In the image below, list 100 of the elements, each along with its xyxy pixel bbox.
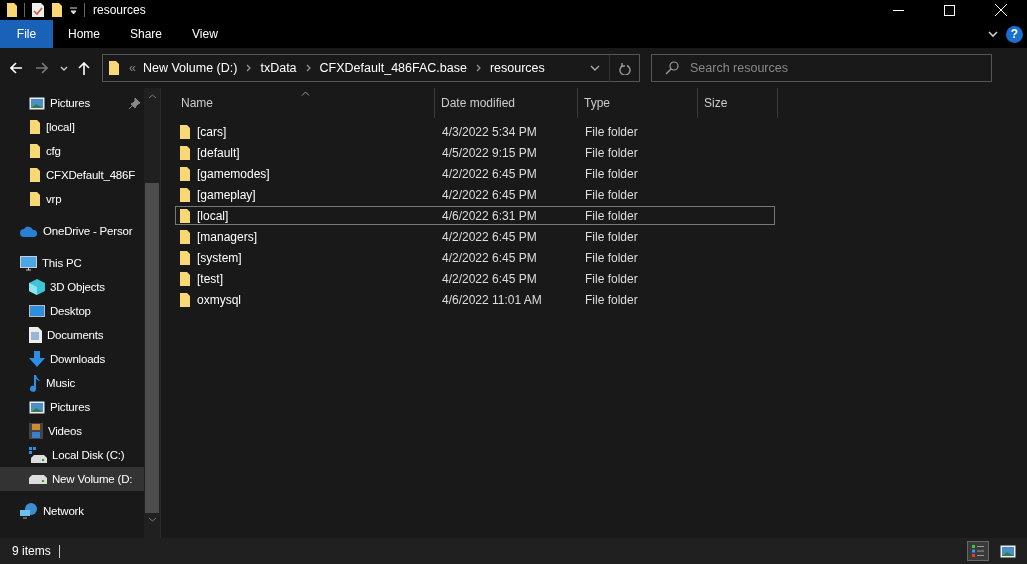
date-modified: 4/2/2022 6:45 PM xyxy=(442,271,537,286)
overflow-marker[interactable]: « xyxy=(129,61,136,75)
folder-icon xyxy=(179,249,191,266)
file-row[interactable]: oxmysql 4/6/2022 11:01 AM File folder xyxy=(175,290,775,309)
folder-icon xyxy=(29,119,41,135)
chevron-right-icon[interactable] xyxy=(246,64,252,72)
file-type: File folder xyxy=(585,145,638,160)
film-icon xyxy=(29,423,43,439)
download-icon xyxy=(29,351,45,367)
sidebar-item[interactable]: This PC xyxy=(0,251,144,275)
ribbon-tab[interactable]: View xyxy=(177,20,233,48)
folder-icon xyxy=(179,207,191,224)
file-row[interactable]: [local] 4/6/2022 6:31 PM File folder xyxy=(175,206,775,225)
sidebar-item[interactable]: Local Disk (C:) xyxy=(0,443,144,467)
chevron-down-icon[interactable] xyxy=(60,65,68,71)
picture-icon xyxy=(1000,544,1016,558)
sidebar-item[interactable]: [local] xyxy=(0,115,144,139)
list-icon xyxy=(972,545,984,557)
folder-icon xyxy=(179,165,191,182)
breadcrumb[interactable]: CFXDefault_486FAC.base xyxy=(319,61,467,75)
chevron-right-icon[interactable] xyxy=(475,64,481,72)
drive-icon xyxy=(29,474,47,484)
picture-icon xyxy=(29,96,45,110)
refresh-icon[interactable] xyxy=(619,61,631,75)
search-icon xyxy=(665,61,679,75)
folder-icon xyxy=(179,228,191,245)
file-row[interactable]: [gamemodes] 4/2/2022 6:45 PM File folder xyxy=(175,164,775,183)
sidebar-item[interactable]: New Volume (D: xyxy=(0,467,144,491)
file-row[interactable]: [test] 4/2/2022 6:45 PM File folder xyxy=(175,269,775,288)
pin-icon[interactable] xyxy=(129,97,140,109)
sidebar-item[interactable]: CFXDefault_486F xyxy=(0,163,144,187)
sidebar-item[interactable]: OneDrive - Persor xyxy=(0,219,144,243)
maximize-icon[interactable] xyxy=(944,4,955,16)
date-modified: 4/2/2022 6:45 PM xyxy=(442,166,537,181)
file-row[interactable]: [managers] 4/2/2022 6:45 PM File folder xyxy=(175,227,775,246)
folder-icon[interactable] xyxy=(51,2,63,18)
forward-arrow-icon[interactable] xyxy=(35,62,48,74)
sidebar-item[interactable]: Documents xyxy=(0,323,144,347)
column-header[interactable]: Date modified xyxy=(435,88,578,118)
sidebar-item[interactable]: cfg xyxy=(0,139,144,163)
sidebar-item[interactable]: Pictures xyxy=(0,91,144,115)
folder-icon xyxy=(29,191,41,207)
folder-icon xyxy=(179,291,191,308)
chevron-up-icon[interactable] xyxy=(147,94,157,99)
sidebar-item[interactable]: Pictures xyxy=(0,395,144,419)
file-row[interactable]: [gameplay] 4/2/2022 6:45 PM File folder xyxy=(175,185,775,204)
chevron-down-icon[interactable] xyxy=(590,65,600,71)
sidebar-item[interactable]: Network xyxy=(0,499,144,523)
file-name: [gamemodes] xyxy=(197,166,270,181)
up-arrow-icon[interactable] xyxy=(78,61,90,75)
properties-icon[interactable] xyxy=(31,2,45,18)
file-row[interactable]: [default] 4/5/2022 9:15 PM File folder xyxy=(175,143,775,162)
close-icon[interactable] xyxy=(995,4,1007,16)
sidebar-item[interactable]: 3D Objects xyxy=(0,275,144,299)
file-name: oxmysql xyxy=(197,292,241,307)
column-header[interactable]: Type xyxy=(578,88,698,118)
dropdown-icon[interactable] xyxy=(69,5,78,15)
file-type: File folder xyxy=(585,166,638,181)
scrollbar[interactable] xyxy=(144,88,160,538)
desktop-icon xyxy=(29,304,45,318)
breadcrumb[interactable]: resources xyxy=(489,61,545,75)
folder-icon xyxy=(29,143,41,159)
file-type: File folder xyxy=(585,229,638,244)
chevron-right-icon[interactable] xyxy=(305,64,311,72)
help-button[interactable]: ? xyxy=(1006,25,1023,43)
sidebar-item[interactable]: Desktop xyxy=(0,299,144,323)
picture-icon xyxy=(29,400,45,414)
sort-ascending-icon xyxy=(301,91,310,96)
sidebar-item[interactable]: Music xyxy=(0,371,144,395)
file-name: [cars] xyxy=(197,124,227,139)
file-name: [system] xyxy=(197,250,242,265)
file-name: [gameplay] xyxy=(197,187,256,202)
drive-icon xyxy=(29,447,47,463)
folder-icon xyxy=(179,186,191,203)
sidebar-item[interactable]: Videos xyxy=(0,419,144,443)
file-type: File folder xyxy=(585,271,638,286)
search-field[interactable]: Search resources xyxy=(651,54,992,82)
date-modified: 4/2/2022 6:45 PM xyxy=(442,250,537,265)
folder-icon xyxy=(179,144,191,161)
date-modified: 4/2/2022 6:45 PM xyxy=(442,229,537,244)
file-row[interactable]: [cars] 4/3/2022 5:34 PM File folder xyxy=(175,122,775,141)
ribbon-tab[interactable]: Home xyxy=(53,20,115,48)
file-name: [managers] xyxy=(197,229,258,244)
address-bar[interactable]: « New Volume (D:) txData CFXDefault_486FAC.base resources xyxy=(102,54,640,82)
column-header[interactable]: Size xyxy=(698,88,778,118)
sidebar-item[interactable]: vrp xyxy=(0,187,144,211)
file-name: [test] xyxy=(197,271,223,286)
breadcrumb[interactable]: New Volume (D:) xyxy=(142,61,238,75)
chevron-down-icon[interactable] xyxy=(988,30,998,38)
breadcrumb[interactable]: txData xyxy=(260,61,297,75)
details-view-button[interactable] xyxy=(967,541,989,561)
folder-icon xyxy=(108,60,120,76)
file-row[interactable]: [system] 4/2/2022 6:45 PM File folder xyxy=(175,248,775,267)
folder-icon xyxy=(179,123,191,140)
folder-icon[interactable] xyxy=(6,2,18,18)
file-type: File folder xyxy=(585,208,638,223)
ribbon-tab[interactable]: Share xyxy=(115,20,178,48)
sidebar-item[interactable]: Downloads xyxy=(0,347,144,371)
back-arrow-icon[interactable] xyxy=(10,62,23,74)
column-header[interactable]: Name xyxy=(175,88,435,118)
